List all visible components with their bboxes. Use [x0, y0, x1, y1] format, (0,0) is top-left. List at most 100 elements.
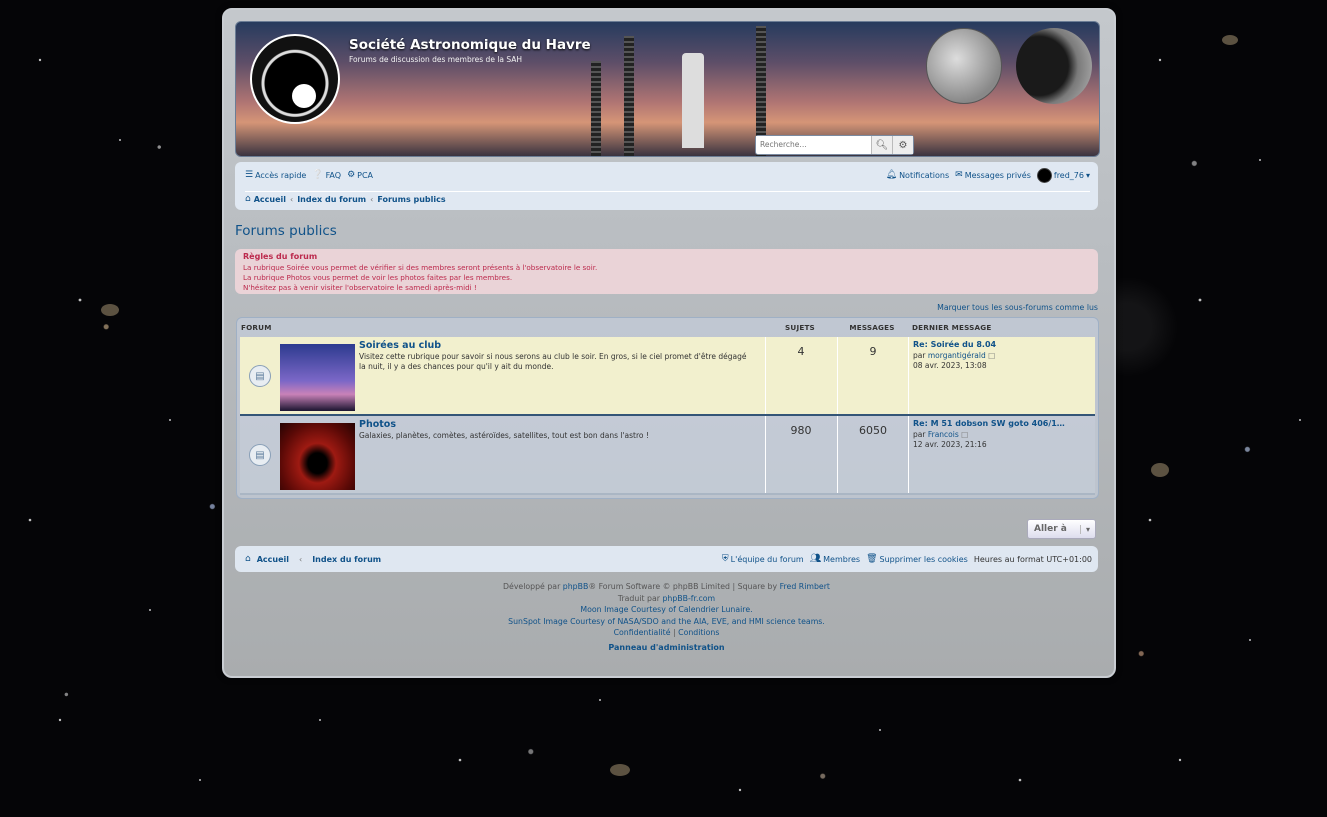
search-input[interactable]: [756, 136, 871, 152]
topics-count: 4: [797, 345, 805, 358]
mark-read-link[interactable]: Marquer tous les sous-forums comme lus: [937, 303, 1098, 312]
jump-to-label: Aller à: [1034, 524, 1067, 534]
footer-index-link[interactable]: Index du forum: [312, 555, 381, 564]
header-forum: Forum: [241, 323, 272, 332]
header-topics: Sujets: [785, 323, 815, 332]
search-icon[interactable]: 🔍︎: [871, 136, 892, 154]
breadcrumb-forum-index[interactable]: Index du forum: [297, 195, 366, 204]
forum-description: Galaxies, planètes, comètes, astéroïdes,…: [359, 431, 649, 440]
posts-count: 6050: [859, 424, 887, 437]
translator-link[interactable]: phpBB-fr.com: [662, 594, 715, 603]
footer-home-link[interactable]: Accueil: [257, 555, 289, 564]
ucp-link[interactable]: ⚙ PCA: [347, 170, 373, 180]
timezone-info: Heures au format UTC+01:00: [973, 554, 1092, 564]
forum-read-icon: ▤: [249, 365, 271, 387]
view-latest-post-icon[interactable]: □: [988, 351, 995, 360]
private-messages-link[interactable]: ✉ Messages privés: [955, 170, 1031, 180]
forum-row: ▤ Soirées au club Visitez cette rubrique…: [240, 337, 1095, 416]
ucp-label: PCA: [357, 170, 374, 180]
navbar: ☰ Accès rapide ❔ FAQ ⚙ PCA 🔔︎ Notifications …: [235, 162, 1098, 210]
admin-panel-link[interactable]: Panneau d'administration: [235, 643, 1098, 652]
header-last-post: Dernier message: [912, 323, 992, 332]
team-link[interactable]: ⛨ L'équipe du forum: [722, 554, 804, 564]
users-icon: 👥︎: [809, 554, 822, 564]
members-link[interactable]: 👥︎ Membres: [810, 554, 860, 564]
style-author-link[interactable]: Fred Rimbert: [780, 582, 830, 591]
breadcrumb-separator-icon: ‹: [370, 194, 374, 204]
search-box: 🔍︎ ⚙: [755, 135, 914, 155]
quick-access-menu[interactable]: ☰ Accès rapide: [245, 170, 306, 180]
question-icon: ❔: [312, 170, 324, 180]
moon-image: [1016, 28, 1092, 104]
privacy-link[interactable]: Confidentialité: [614, 628, 671, 637]
rules-title: Règles du forum: [243, 252, 318, 261]
breadcrumb-separator-icon: ‹: [299, 554, 303, 564]
topics-count: 980: [790, 424, 812, 437]
delete-cookies-label: Supprimer les cookies: [879, 554, 968, 564]
moon-credit-link[interactable]: Moon Image Courtesy of Calendrier Lunair…: [235, 604, 1098, 616]
forum-read-icon: ▤: [249, 444, 271, 466]
sun-credit-link[interactable]: SunSpot Image Courtesy of NASA/SDO and t…: [235, 616, 1098, 628]
faq-link[interactable]: ❔ FAQ: [312, 170, 341, 180]
last-post-title[interactable]: Re: M 51 dobson SW goto 406/1…: [913, 419, 1065, 428]
forum-table: Forum Sujets Messages Dernier message ▤ …: [236, 317, 1099, 499]
last-post-author: par Francois □: [913, 430, 969, 439]
notifications-link[interactable]: 🔔︎ Notifications: [886, 170, 950, 180]
username: fred_76: [1053, 170, 1084, 180]
forum-name[interactable]: Photos: [359, 419, 396, 430]
home-icon: ⌂: [245, 554, 251, 564]
page-title[interactable]: Forums publics: [235, 223, 337, 239]
advanced-search-gear-icon[interactable]: ⚙: [892, 136, 913, 154]
members-label: Membres: [823, 554, 861, 564]
forum-rules: Règles du forum La rubrique Soirée vous …: [235, 249, 1098, 294]
posts-count: 9: [869, 345, 877, 358]
view-latest-post-icon[interactable]: □: [961, 430, 968, 439]
breadcrumb-public-forums[interactable]: Forums publics: [377, 195, 445, 204]
notifications-label: Notifications: [899, 170, 950, 180]
forum-name[interactable]: Soirées au club: [359, 340, 441, 351]
rocket-image: [682, 53, 704, 148]
last-post-author: par morgantigérald □: [913, 351, 996, 360]
site-description: Forums de discussion des membres de la S…: [349, 55, 523, 64]
caret-down-icon: ▾: [1085, 170, 1090, 180]
avatar: [1036, 167, 1052, 183]
last-post-author-link[interactable]: morgantigérald: [928, 351, 986, 360]
powered-by: Développé par phpBB® Forum Software © ph…: [503, 582, 830, 591]
footer-navbar: ⌂ Accueil ‹ Index du forum ⛨ L'équipe du …: [235, 546, 1098, 572]
phpbb-link[interactable]: phpBB: [563, 582, 589, 591]
forum-row: ▤ Photos Galaxies, planètes, comètes, as…: [240, 416, 1095, 495]
breadcrumb-home[interactable]: Accueil: [254, 195, 286, 204]
header-posts: Messages: [849, 323, 895, 332]
delete-cookies-link[interactable]: 🗑︎ Supprimer les cookies: [866, 554, 968, 564]
forum-thumbnail: [280, 423, 355, 490]
last-post-author-link[interactable]: Francois: [928, 430, 959, 439]
forum-thumbnail: [280, 344, 355, 411]
last-post-date: 12 avr. 2023, 21:16: [913, 440, 987, 449]
launch-tower: [624, 36, 634, 156]
trash-icon: 🗑︎: [866, 554, 878, 564]
home-icon: ⌂: [245, 194, 251, 204]
site-header: Société Astronomique du Havre Forums de …: [235, 21, 1100, 157]
breadcrumb-separator-icon: ‹: [290, 194, 294, 204]
rules-line: La rubrique Photos vous permet de voir l…: [243, 272, 513, 282]
last-post-title[interactable]: Re: Soirée du 8.04: [913, 340, 996, 349]
quick-access-label: Accès rapide: [255, 170, 307, 180]
cogs-icon: ⚙: [347, 170, 356, 180]
forum-description: Visitez cette rubrique pour savoir si no…: [359, 352, 747, 371]
menu-icon: ☰: [245, 170, 254, 180]
launch-tower: [591, 61, 601, 156]
user-menu[interactable]: fred_76 ▾: [1036, 167, 1090, 183]
rules-line: N'hésitez pas à venir visiter l'observat…: [243, 282, 477, 292]
caret-down-icon: ▾: [1080, 524, 1095, 534]
copyright: Développé par phpBB® Forum Software © ph…: [235, 581, 1098, 639]
private-messages-label: Messages privés: [964, 170, 1031, 180]
terms-link[interactable]: Conditions: [678, 628, 719, 637]
breadcrumb: ⌂ Accueil ‹ Index du forum ‹ Forums publ…: [245, 191, 1090, 206]
site-logo[interactable]: [250, 34, 340, 124]
faq-label: FAQ: [325, 170, 342, 180]
translated-by: Traduit par phpBB-fr.com: [617, 593, 716, 603]
jump-to-button[interactable]: Aller à ▾: [1027, 519, 1096, 539]
last-post-date: 08 avr. 2023, 13:08: [913, 361, 987, 370]
team-label: L'équipe du forum: [730, 554, 804, 564]
inbox-icon: ✉: [955, 170, 963, 180]
